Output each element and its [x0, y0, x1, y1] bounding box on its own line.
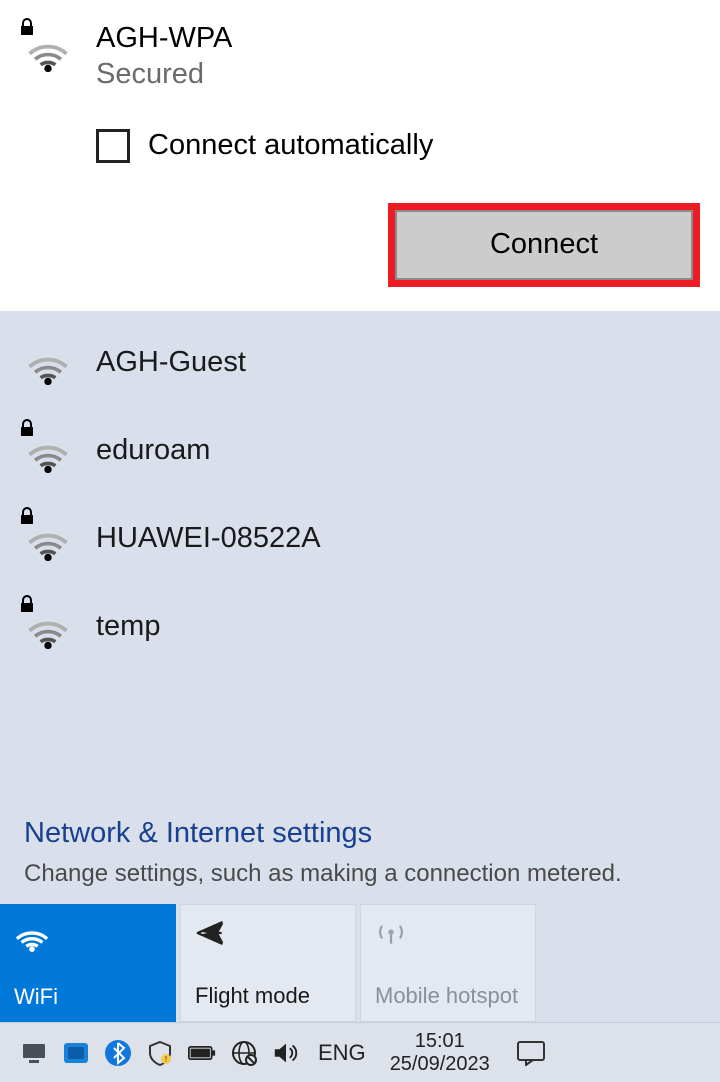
bluetooth-icon[interactable] [104, 1039, 132, 1067]
wifi-signal-icon [24, 515, 72, 563]
wifi-signal-icon [24, 339, 72, 387]
selected-network-panel: AGH-WPA Secured Connect automatically Co… [0, 0, 720, 311]
connect-button[interactable]: Connect [395, 210, 693, 280]
connect-button-highlight: Connect [388, 203, 700, 287]
wifi-signal-icon [24, 427, 72, 475]
svg-text:!: ! [165, 1055, 167, 1064]
connect-automatically-row[interactable]: Connect automatically [96, 129, 700, 163]
wifi-tile-label: WiFi [14, 984, 162, 1010]
network-name: AGH-Guest [96, 346, 246, 379]
taskbar-time: 15:01 [390, 1030, 490, 1053]
connect-automatically-label: Connect automatically [148, 129, 433, 162]
lock-icon [20, 507, 34, 525]
windows-security-icon[interactable]: ! [146, 1039, 174, 1067]
network-globe-icon[interactable] [230, 1039, 258, 1067]
volume-icon[interactable] [272, 1039, 300, 1067]
selected-network-header[interactable]: AGH-WPA Secured [24, 20, 700, 93]
connect-automatically-checkbox[interactable] [96, 129, 130, 163]
selected-network-status: Secured [96, 56, 700, 92]
quick-action-tiles: WiFi Flight mode Mobile hotspot [0, 904, 720, 1022]
hotspot-icon [375, 917, 411, 953]
network-name: temp [96, 610, 160, 643]
flight-mode-tile[interactable]: Flight mode [180, 904, 356, 1022]
network-name: eduroam [96, 434, 210, 467]
wifi-signal-icon [24, 26, 72, 74]
language-indicator[interactable]: ENG [318, 1040, 366, 1066]
lock-icon [20, 595, 34, 613]
action-center-icon[interactable] [516, 1040, 546, 1066]
taskbar-date: 25/09/2023 [390, 1053, 490, 1076]
mobile-hotspot-tile-label: Mobile hotspot [375, 983, 521, 1009]
network-item[interactable]: temp [0, 583, 720, 671]
wifi-flyout: AGH-WPA Secured Connect automatically Co… [0, 0, 720, 1022]
network-item[interactable]: eduroam [0, 407, 720, 495]
available-networks-list: AGH-Guest eduroam HUAWEI-08522A [0, 311, 720, 681]
network-settings-description: Change settings, such as making a connec… [0, 856, 720, 904]
system-tray: ! [20, 1039, 300, 1067]
flight-mode-tile-label: Flight mode [195, 983, 341, 1009]
intel-graphics-icon[interactable] [62, 1039, 90, 1067]
wifi-icon [14, 916, 50, 952]
mobile-hotspot-tile[interactable]: Mobile hotspot [360, 904, 536, 1022]
battery-icon[interactable] [188, 1039, 216, 1067]
selected-network-name: AGH-WPA [96, 20, 700, 56]
taskbar-clock[interactable]: 15:01 25/09/2023 [390, 1030, 490, 1076]
monitor-icon[interactable] [20, 1039, 48, 1067]
wifi-signal-icon [24, 603, 72, 651]
taskbar: ! E [0, 1022, 720, 1082]
network-name: HUAWEI-08522A [96, 522, 321, 555]
airplane-icon [195, 917, 231, 953]
network-item[interactable]: AGH-Guest [0, 319, 720, 407]
wifi-tile[interactable]: WiFi [0, 904, 176, 1022]
lock-icon [20, 18, 34, 36]
network-item[interactable]: HUAWEI-08522A [0, 495, 720, 583]
lock-icon [20, 419, 34, 437]
network-settings-link[interactable]: Network & Internet settings [0, 799, 720, 856]
